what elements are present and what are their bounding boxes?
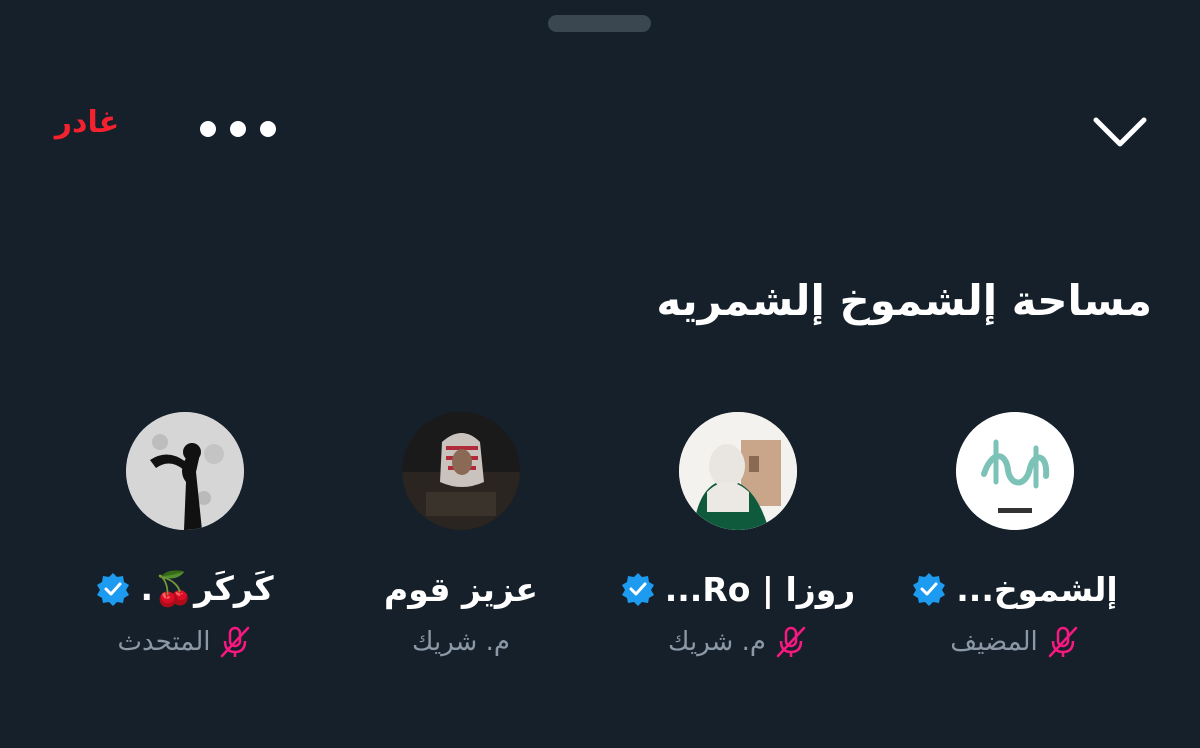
- avatar-photo: [402, 412, 520, 530]
- participant-speaker[interactable]: كَركَر🍒. المتحدث: [55, 412, 315, 662]
- mic-muted-icon: [1048, 626, 1077, 658]
- participant-role: المضيف: [950, 627, 1038, 657]
- avatar[interactable]: [956, 412, 1074, 530]
- participant-name: روزا | Ro...: [664, 569, 856, 609]
- avatar-photo: [679, 412, 797, 530]
- participant-role: المتحدث: [117, 627, 211, 657]
- avatar[interactable]: [126, 412, 244, 530]
- participant-host[interactable]: إلشموخ... المضيف: [885, 412, 1145, 662]
- participant-role: م. شريك: [668, 627, 766, 657]
- participant-name: إلشموخ...: [956, 569, 1118, 609]
- verified-badge-icon: [621, 573, 654, 606]
- space-title: مساحة إلشموخ إلشمريه: [656, 276, 1152, 325]
- mic-muted-icon: [776, 626, 806, 658]
- avatar[interactable]: [402, 412, 520, 530]
- more-dot: [200, 121, 216, 137]
- more-dot: [230, 121, 246, 137]
- participant-cohost[interactable]: روزا | Ro... م. شريك: [608, 412, 868, 662]
- drag-handle[interactable]: [548, 15, 651, 32]
- more-options-icon[interactable]: [200, 112, 276, 146]
- mic-muted-icon: [221, 626, 250, 658]
- verified-badge-icon: [97, 573, 130, 606]
- verified-badge-icon: [913, 573, 946, 606]
- avatar-photo: [126, 412, 244, 530]
- leave-button[interactable]: غادر: [42, 105, 132, 140]
- participant-name: عزيز قوم: [384, 569, 538, 609]
- participant-role: م. شريك: [412, 627, 510, 657]
- more-dot: [260, 121, 276, 137]
- avatar[interactable]: [679, 412, 797, 530]
- participant-name: كَركَر🍒.: [140, 569, 274, 608]
- avatar-logo: [956, 412, 1074, 530]
- chevron-down-icon[interactable]: [1090, 108, 1150, 154]
- participant-cohost[interactable]: عزيز قوم م. شريك: [331, 412, 591, 662]
